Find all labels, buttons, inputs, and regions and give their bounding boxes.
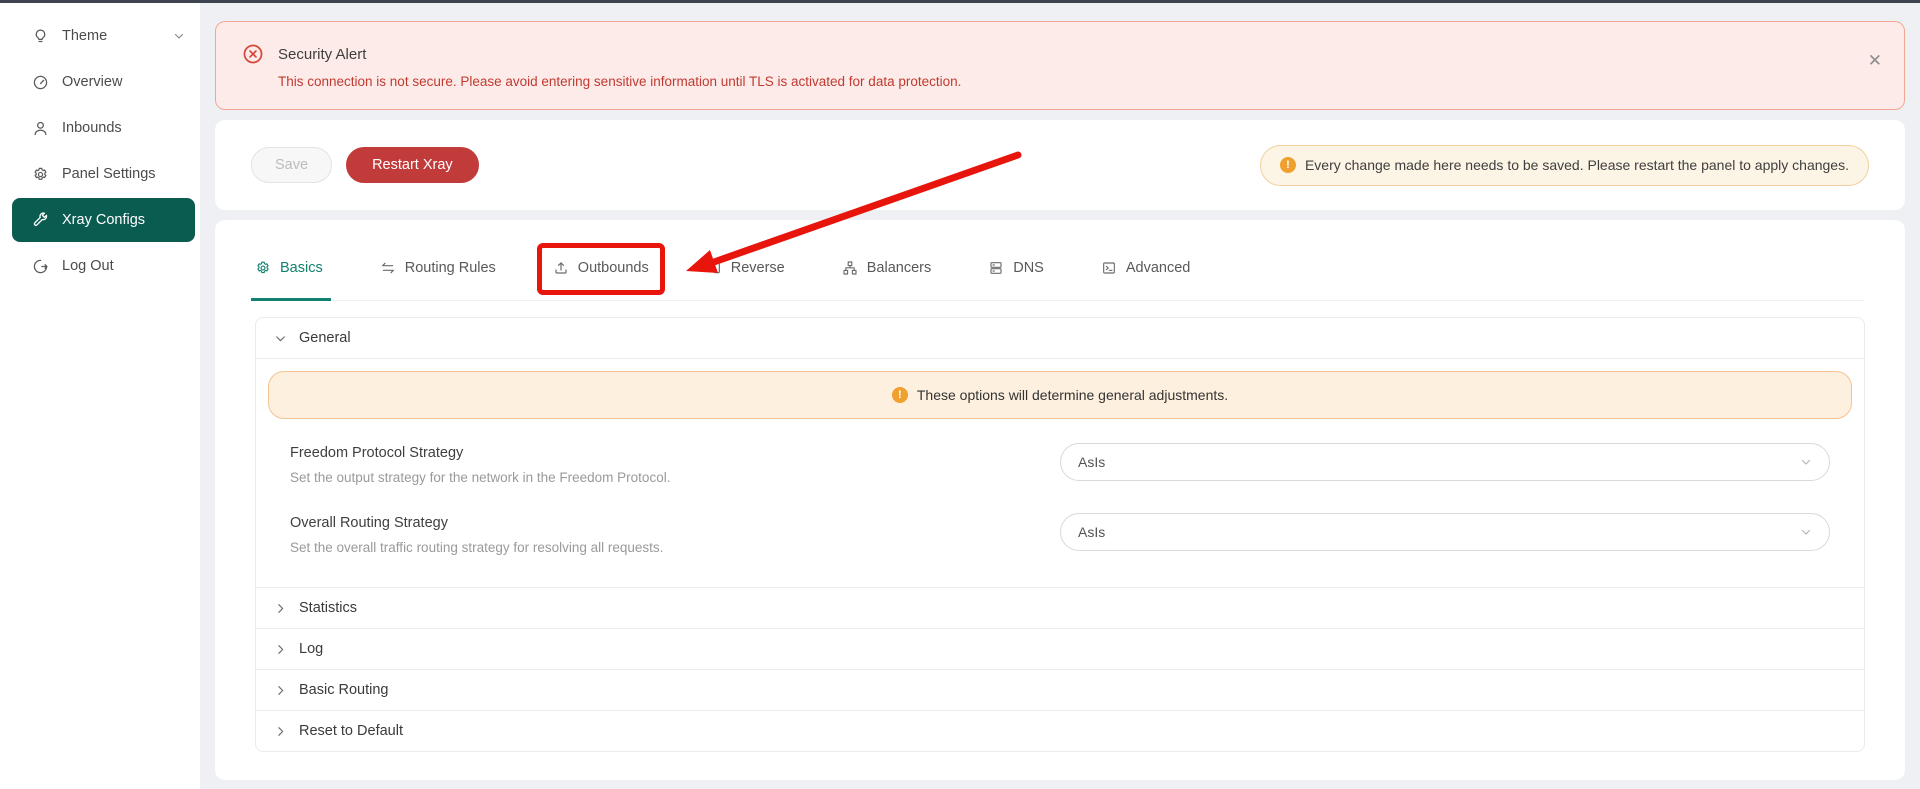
cluster-icon xyxy=(842,260,858,276)
tab-balancers[interactable]: Balancers xyxy=(842,256,931,280)
field-description: Set the output strategy for the network … xyxy=(290,470,1060,485)
freedom-strategy-select[interactable]: AsIs xyxy=(1060,443,1830,481)
tab-advanced[interactable]: Advanced xyxy=(1101,256,1191,280)
xray-config-card: Basics Routing Rules Outbounds xyxy=(215,220,1905,780)
sidebar-item-label: Panel Settings xyxy=(62,166,156,182)
chevron-right-icon xyxy=(274,602,287,615)
user-icon xyxy=(32,120,49,137)
section-header-log[interactable]: Log xyxy=(256,628,1864,669)
tab-label: Basics xyxy=(280,260,323,276)
section-title: Log xyxy=(299,641,323,657)
tab-basics[interactable]: Basics xyxy=(255,256,323,280)
xray-panel-app: Theme Overview Inbounds Panel Settings xyxy=(0,0,1920,789)
gear-icon xyxy=(32,166,49,183)
section-title: Statistics xyxy=(299,600,357,616)
save-button[interactable]: Save xyxy=(251,147,332,183)
restart-xray-button[interactable]: Restart Xray xyxy=(346,147,479,183)
tab-dns[interactable]: DNS xyxy=(988,256,1044,280)
chevron-right-icon xyxy=(274,643,287,656)
general-panel-body: ! These options will determine general a… xyxy=(256,359,1864,587)
tab-outbounds[interactable]: Outbounds xyxy=(553,256,649,280)
tab-label: Routing Rules xyxy=(405,260,496,276)
sidebar-item-xray-configs[interactable]: Xray Configs xyxy=(12,198,195,242)
sidebar-item-label: Xray Configs xyxy=(62,212,145,228)
tab-routing-rules[interactable]: Routing Rules xyxy=(380,256,496,280)
config-tabs: Basics Routing Rules Outbounds xyxy=(255,256,1865,301)
error-circle-icon xyxy=(242,43,264,65)
select-value: AsIs xyxy=(1078,454,1105,470)
close-icon[interactable]: ✕ xyxy=(1868,52,1882,69)
chevron-down-icon xyxy=(1800,456,1812,468)
sidebar-item-label: Inbounds xyxy=(62,120,122,136)
sidebar-item-panel-settings[interactable]: Panel Settings xyxy=(12,152,195,196)
section-title: General xyxy=(299,330,351,346)
security-alert-banner: Security Alert This connection is not se… xyxy=(215,21,1905,110)
sidebar-item-inbounds[interactable]: Inbounds xyxy=(12,106,195,150)
section-header-basic-routing[interactable]: Basic Routing xyxy=(256,669,1864,710)
section-header-statistics[interactable]: Statistics xyxy=(256,587,1864,628)
section-title: Reset to Default xyxy=(299,723,403,739)
upload-icon xyxy=(553,260,569,276)
toolbar-card: Save Restart Xray ! Every change made he… xyxy=(215,120,1905,210)
chevron-down-icon xyxy=(1800,526,1812,538)
tab-label: Outbounds xyxy=(578,260,649,276)
section-header-general[interactable]: General xyxy=(256,318,1864,359)
tab-label: Advanced xyxy=(1126,260,1191,276)
import-left-icon xyxy=(706,260,722,276)
warning-circle-icon: ! xyxy=(892,387,908,403)
chevron-right-icon xyxy=(274,725,287,738)
section-title: Basic Routing xyxy=(299,682,388,698)
chevron-down-icon xyxy=(173,30,185,42)
warning-circle-icon: ! xyxy=(1280,157,1296,173)
alert-message: This connection is not secure. Please av… xyxy=(278,74,1878,89)
swap-arrows-icon xyxy=(380,260,396,276)
logout-icon xyxy=(32,258,49,275)
field-label: Freedom Protocol Strategy xyxy=(290,445,1060,461)
sidebar-item-log-out[interactable]: Log Out xyxy=(12,244,195,288)
settings-collapse-group: General ! These options will determine g… xyxy=(255,317,1865,752)
sidebar: Theme Overview Inbounds Panel Settings xyxy=(0,3,200,789)
section-header-reset-to-default[interactable]: Reset to Default xyxy=(256,710,1864,751)
terminal-icon xyxy=(1101,260,1117,276)
main-content: Security Alert This connection is not se… xyxy=(200,3,1920,789)
lightbulb-icon xyxy=(32,28,49,45)
form-row-freedom-strategy: Freedom Protocol Strategy Set the output… xyxy=(290,443,1830,485)
sidebar-item-theme[interactable]: Theme xyxy=(12,14,195,58)
sidebar-item-label: Log Out xyxy=(62,258,114,274)
form-row-routing-strategy: Overall Routing Strategy Set the overall… xyxy=(290,513,1830,555)
general-notice-text: These options will determine general adj… xyxy=(917,387,1228,403)
tab-label: Balancers xyxy=(867,260,931,276)
chevron-down-icon xyxy=(274,332,287,345)
routing-strategy-select[interactable]: AsIs xyxy=(1060,513,1830,551)
tab-label: Reverse xyxy=(731,260,785,276)
chevron-right-icon xyxy=(274,684,287,697)
tab-label: DNS xyxy=(1013,260,1044,276)
gauge-icon xyxy=(32,74,49,91)
sidebar-item-label: Theme xyxy=(62,28,107,44)
sidebar-item-overview[interactable]: Overview xyxy=(12,60,195,104)
wrench-icon xyxy=(32,212,49,229)
server-icon xyxy=(988,260,1004,276)
alert-title: Security Alert xyxy=(278,46,366,63)
save-notice-text: Every change made here needs to be saved… xyxy=(1305,157,1849,173)
select-value: AsIs xyxy=(1078,524,1105,540)
save-notice-chip: ! Every change made here needs to be sav… xyxy=(1260,145,1869,186)
field-description: Set the overall traffic routing strategy… xyxy=(290,540,1060,555)
tab-reverse[interactable]: Reverse xyxy=(706,256,785,280)
field-label: Overall Routing Strategy xyxy=(290,515,1060,531)
gear-icon xyxy=(255,260,271,276)
sidebar-item-label: Overview xyxy=(62,74,122,90)
general-notice-banner: ! These options will determine general a… xyxy=(268,371,1852,419)
